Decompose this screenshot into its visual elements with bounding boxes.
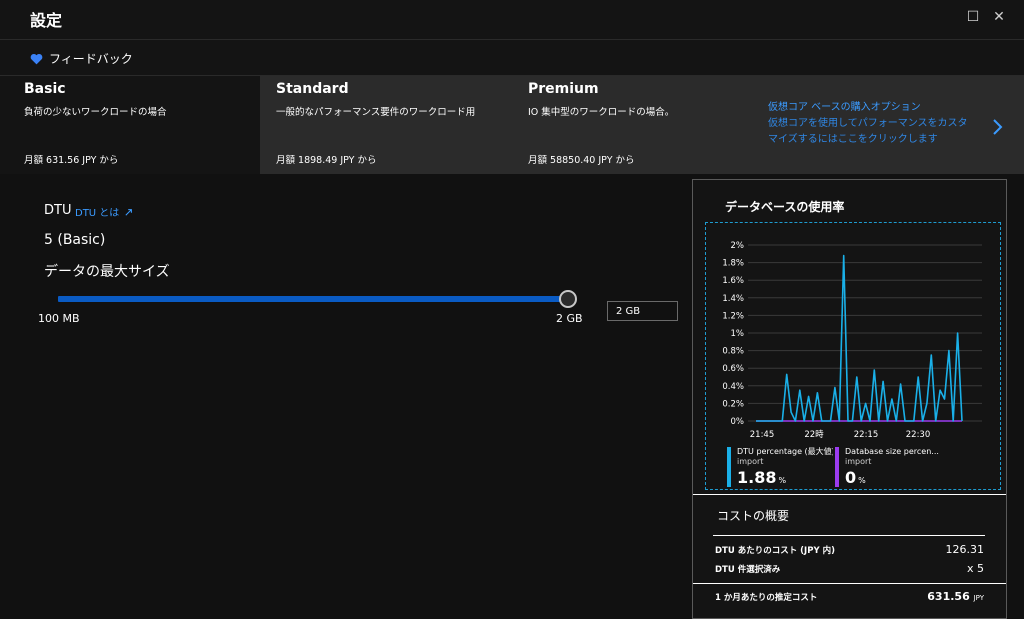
y-tick-label: 1% <box>731 329 745 339</box>
legend-dbsize: Database size percen... import 0% <box>835 447 941 487</box>
toolbar: フィードバック <box>0 40 1024 76</box>
tier-description: IO 集中型のワークロードの場合。 <box>528 107 675 118</box>
legend-sub: import <box>737 457 764 466</box>
x-tick-label: 22時 <box>804 430 824 440</box>
y-tick-label: 1.8% <box>722 259 744 269</box>
cost-divider <box>713 535 985 536</box>
dtu-help-link[interactable]: DTU とは <box>75 204 133 219</box>
y-tick-label: 0.4% <box>722 382 744 392</box>
tier-name: Premium <box>528 81 599 97</box>
vcore-desc-2: マイズするにはここをクリックします <box>768 134 938 145</box>
dtu-label: DTU <box>44 203 72 218</box>
y-tick-label: 0.2% <box>722 399 744 409</box>
panel-divider <box>693 494 1006 495</box>
legend-value: 0% <box>845 468 941 487</box>
side-panel: データベースの使用率 0% 0.2% 0.4% 0.6% 0.8% 1% 1.2% 1.4% 1… <box>692 179 1007 619</box>
size-slider-track[interactable] <box>58 296 570 302</box>
size-slider-handle[interactable] <box>559 290 577 308</box>
heart-icon <box>30 53 43 64</box>
cost-row-value: 631.56 JPY <box>927 590 984 603</box>
cost-unit: JPY <box>973 594 984 602</box>
legend-name: Database size percen... <box>845 447 939 456</box>
legend-value: 1.88% <box>737 468 833 487</box>
y-tick-label: 0.6% <box>722 364 744 374</box>
legend-sub: import <box>845 457 872 466</box>
max-size-label: データの最大サイズ <box>44 264 170 280</box>
tier-standard[interactable]: Standard 一般的なパフォーマンス要件のワークロード用 月額 1898.4… <box>252 76 504 174</box>
y-tick-label: 0% <box>731 417 745 427</box>
y-tick-label: 1.2% <box>722 311 744 321</box>
cost-row-value: 126.31 <box>945 543 985 556</box>
close-icon[interactable]: ✕ <box>990 8 1008 26</box>
chevron-right-icon[interactable] <box>992 118 1004 136</box>
legend-swatch <box>835 447 839 487</box>
tier-description: 一般的なパフォーマンス要件のワークロード用 <box>276 107 476 118</box>
cost-row-label: 1 か月あたりの推定コスト <box>715 593 818 603</box>
y-tick-label: 1.4% <box>722 294 744 304</box>
max-size-input[interactable] <box>607 301 678 321</box>
tier-name: Basic <box>24 81 66 97</box>
x-tick-label: 22:30 <box>906 430 931 440</box>
slider-max-label: 2 GB <box>556 312 583 325</box>
feedback-button[interactable]: フィードバック <box>30 50 133 67</box>
usage-chart[interactable]: 0% 0.2% 0.4% 0.6% 0.8% 1% 1.2% 1.4% 1.6% 1.8% 2% 21… <box>705 222 1001 490</box>
vcore-option-link[interactable]: 仮想コア ベースの購入オプション 仮想コアを使用してパフォーマンスをカスタ マイ… <box>768 100 998 148</box>
settings-window: 設定 ☐ ✕ フィードバック Basic 負荷の少ないワークロードの場合 月額 … <box>0 0 1024 619</box>
tier-description: 負荷の少ないワークロードの場合 <box>24 107 167 118</box>
vcore-title: 仮想コア ベースの購入オプション <box>768 102 921 113</box>
cost-row-label: DTU 件選択済み <box>715 565 781 575</box>
dtu-help-text: DTU とは <box>75 208 120 219</box>
legend-dtu: DTU percentage (最大値) import 1.88% <box>727 447 833 487</box>
tier-price: 月額 631.56 JPY から <box>24 155 119 166</box>
window-title: 設定 <box>30 11 63 30</box>
legend-number: 1.88 <box>737 468 777 487</box>
y-tick-label: 1.6% <box>722 276 744 286</box>
slider-min-label: 100 MB <box>38 312 80 325</box>
cost-row-label: DTU あたりのコスト (JPY 内) <box>715 546 835 556</box>
tier-premium[interactable]: Premium IO 集中型のワークロードの場合。 月額 58850.40 JP… <box>504 76 756 174</box>
legend-number: 0 <box>845 468 857 487</box>
tier-basic[interactable]: Basic 負荷の少ないワークロードの場合 月額 631.56 JPY から <box>0 76 260 174</box>
title-bar: 設定 ☐ ✕ <box>0 0 1024 40</box>
dtu-value: 5 (Basic) <box>44 232 106 248</box>
tier-price: 月額 58850.40 JPY から <box>528 155 635 166</box>
cost-row-value: x 5 <box>966 562 984 575</box>
feedback-label: フィードバック <box>49 52 133 66</box>
cost-total: 631.56 <box>927 590 970 603</box>
usage-chart-svg: 0% 0.2% 0.4% 0.6% 0.8% 1% 1.2% 1.4% 1.6% 1.8% 2% 21… <box>722 241 982 440</box>
vcore-desc-1: 仮想コアを使用してパフォーマンスをカスタ <box>768 118 968 129</box>
legend-name: DTU percentage (最大値) <box>737 447 833 456</box>
maximize-icon[interactable]: ☐ <box>964 8 982 26</box>
usage-title: データベースの使用率 <box>725 200 845 214</box>
y-tick-label: 2% <box>731 241 745 251</box>
cost-summary-title: コストの概要 <box>717 509 790 523</box>
legend-swatch <box>727 447 731 487</box>
x-tick-label: 22:15 <box>854 430 879 440</box>
y-tick-label: 0.8% <box>722 347 744 357</box>
x-tick-label: 21:45 <box>750 430 775 440</box>
tier-name: Standard <box>276 81 349 97</box>
external-link-icon <box>124 209 132 216</box>
panel-divider <box>693 583 1006 584</box>
legend-unit: % <box>858 476 866 485</box>
legend-unit: % <box>778 476 787 485</box>
tier-price: 月額 1898.49 JPY から <box>276 155 377 166</box>
